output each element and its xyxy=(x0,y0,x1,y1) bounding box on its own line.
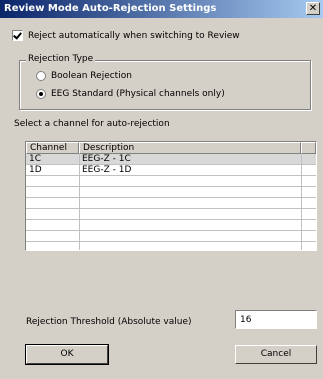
empty-row xyxy=(26,242,316,250)
empty-row xyxy=(26,176,316,187)
empty-row xyxy=(26,231,316,242)
cancel-button[interactable]: Cancel xyxy=(235,345,317,364)
close-icon[interactable]: ✕ xyxy=(306,2,320,15)
table-row[interactable]: 1C EEG-Z - 1C xyxy=(26,154,316,165)
channel-list[interactable]: Channel Description 1C EEG-Z - 1C 1D EEG… xyxy=(25,141,317,251)
table-row[interactable]: 1D EEG-Z - 1D xyxy=(26,165,316,176)
threshold-input[interactable] xyxy=(235,310,317,329)
column-header-channel[interactable]: Channel xyxy=(26,142,79,154)
ok-button[interactable]: OK xyxy=(25,344,109,365)
cell-channel: 1C xyxy=(29,154,42,164)
column-divider xyxy=(79,154,80,250)
boolean-rejection-radio[interactable] xyxy=(36,71,46,81)
auto-reject-option[interactable]: Reject automatically when switching to R… xyxy=(12,30,240,41)
eeg-standard-radio[interactable] xyxy=(36,89,46,99)
title-bar: Review Mode Auto-Rejection Settings ✕ xyxy=(0,0,323,18)
column-divider xyxy=(301,154,302,250)
boolean-rejection-label: Boolean Rejection xyxy=(51,71,132,81)
empty-row xyxy=(26,220,316,231)
check-mark-icon xyxy=(13,30,22,40)
window-title: Review Mode Auto-Rejection Settings xyxy=(4,3,217,14)
auto-reject-label: Reject automatically when switching to R… xyxy=(28,30,240,41)
eeg-standard-option[interactable]: EEG Standard (Physical channels only) xyxy=(36,89,225,99)
column-header-spacer xyxy=(301,142,316,154)
rejection-type-group: Rejection Type Boolean Rejection EEG Sta… xyxy=(19,54,311,110)
eeg-standard-label: EEG Standard (Physical channels only) xyxy=(51,89,225,99)
threshold-label: Rejection Threshold (Absolute value) xyxy=(26,317,192,327)
empty-row xyxy=(26,187,316,198)
rejection-type-legend: Rejection Type xyxy=(26,54,96,64)
column-header-description[interactable]: Description xyxy=(79,142,301,154)
radio-selected-dot xyxy=(39,92,43,96)
cell-channel: 1D xyxy=(29,165,42,175)
boolean-rejection-option[interactable]: Boolean Rejection xyxy=(36,71,132,81)
cell-description: EEG-Z - 1D xyxy=(82,165,132,175)
empty-row xyxy=(26,209,316,220)
cell-description: EEG-Z - 1C xyxy=(82,154,131,164)
auto-reject-checkbox[interactable] xyxy=(12,30,23,41)
channel-select-label: Select a channel for auto-rejection xyxy=(14,119,170,129)
empty-row xyxy=(26,198,316,209)
